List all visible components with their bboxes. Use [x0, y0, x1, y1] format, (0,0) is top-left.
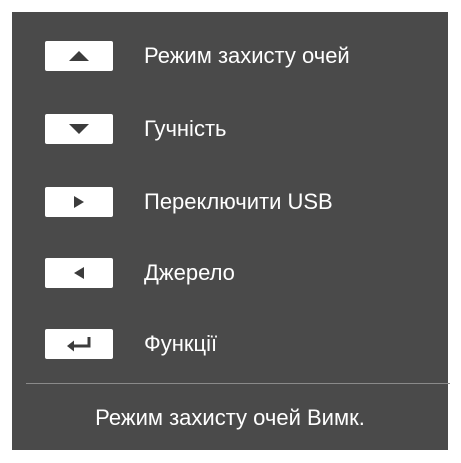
menu-item-label: Режим захисту очей	[144, 43, 350, 68]
enter-key	[45, 329, 113, 359]
menu-item-switch-usb[interactable]: Переключити USB	[45, 180, 333, 224]
arrow-up-icon	[69, 51, 89, 61]
menu-item-functions[interactable]: Функції	[45, 322, 217, 366]
enter-return-icon	[67, 337, 91, 352]
divider	[26, 383, 450, 384]
menu-item-source[interactable]: Джерело	[45, 251, 235, 295]
menu-item-label: Гучність	[144, 116, 227, 141]
left-key	[45, 258, 113, 288]
right-key	[45, 187, 113, 217]
menu-item-label: Джерело	[144, 260, 235, 285]
up-key	[45, 41, 113, 71]
arrow-left-icon	[74, 267, 84, 279]
menu-item-eye-saver[interactable]: Режим захисту очей	[45, 34, 350, 78]
status-text: Режим захисту очей Вимк.	[95, 405, 365, 430]
arrow-down-icon	[69, 124, 89, 134]
arrow-right-icon	[74, 196, 84, 208]
menu-item-label: Функції	[144, 331, 218, 356]
osd-panel: Режим захисту очей Гучність Переключити …	[12, 12, 450, 450]
menu-item-volume[interactable]: Гучність	[45, 107, 226, 151]
down-key	[45, 114, 113, 144]
menu-item-label: Переключити USB	[144, 189, 333, 214]
